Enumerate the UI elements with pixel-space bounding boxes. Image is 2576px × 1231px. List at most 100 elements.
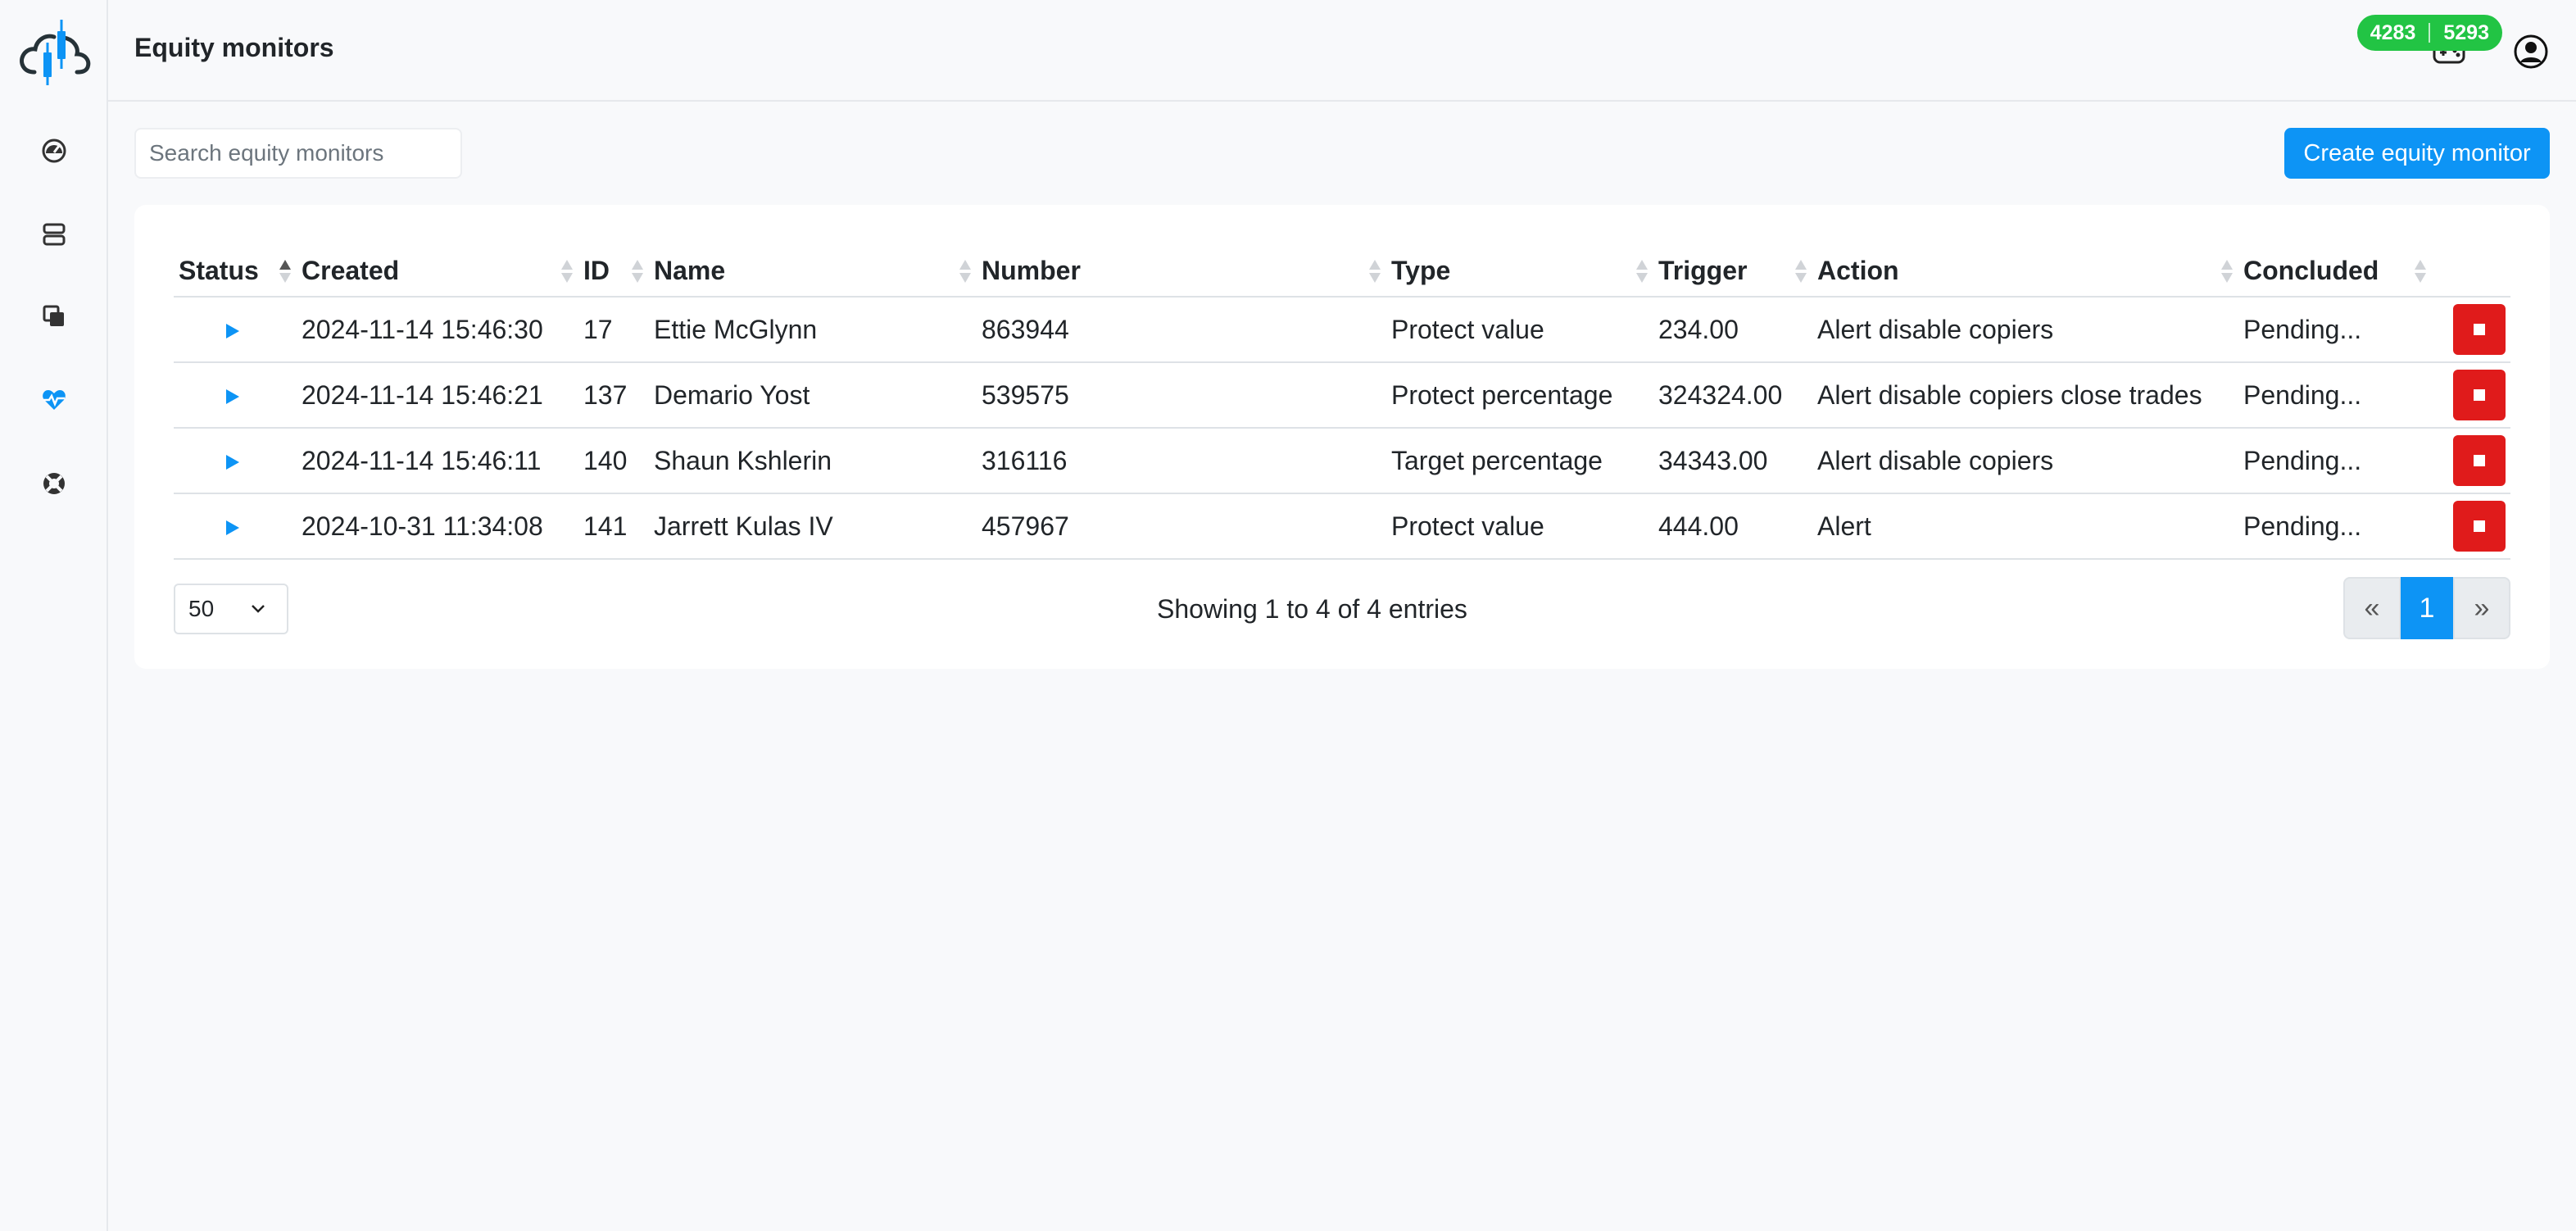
number-cell: 316116 [977,428,1386,494]
status-cell [174,428,297,494]
concluded-cell: Pending... [2238,362,2432,429]
concluded-cell: Pending... [2238,428,2432,494]
play-icon [226,454,239,470]
action-cell: Alert disable copiers [1812,297,2238,363]
stop-icon [2474,520,2485,532]
column-header-number[interactable]: Number [977,246,1386,298]
search-input[interactable] [134,128,462,179]
status-cell [174,297,297,363]
sort-icon [1368,258,1381,284]
trigger-cell: 34343.00 [1653,428,1812,494]
column-header-action[interactable]: Action [1812,246,2238,298]
number-cell: 539575 [977,362,1386,429]
concluded-cell: Pending... [2238,297,2432,363]
chevron-down-icon [252,605,265,613]
page-size-value: 50 [188,596,215,621]
table-header-row: Status Created ID Name Number Type Trigg… [174,246,2510,298]
trigger-cell: 324324.00 [1653,362,1812,429]
dashboard-gauge-icon[interactable] [36,133,72,169]
pagination: « 1 » [2343,577,2510,639]
trigger-cell: 444.00 [1653,493,1812,560]
column-header-type[interactable]: Type [1386,246,1653,298]
table-row: 2024-11-14 15:46:30 17 Ettie McGlynn 863… [174,297,2510,363]
column-header-created[interactable]: Created [297,246,578,298]
action-cell: Alert disable copiers close trades [1812,362,2238,429]
page-size-select[interactable]: 50 [174,584,288,634]
sort-icon [2220,258,2234,284]
id-cell: 137 [578,362,649,429]
column-header-actions [2432,246,2510,298]
counter-left: 4283 [2370,20,2416,44]
number-cell: 457967 [977,493,1386,560]
created-cell: 2024-11-14 15:46:11 [297,428,578,494]
counter-separator [2429,23,2431,43]
column-header-trigger[interactable]: Trigger [1653,246,1812,298]
sort-icon [959,258,972,284]
heart-pulse-icon[interactable] [36,382,72,418]
lifebuoy-icon[interactable] [36,466,72,502]
row-actions-cell [2432,493,2510,560]
counter-badge: 4283 5293 [2356,15,2502,51]
equity-monitors-table: Status Created ID Name Number Type Trigg… [174,246,2510,560]
name-cell: Demario Yost [649,362,977,429]
created-cell: 2024-11-14 15:46:30 [297,297,578,363]
number-cell: 863944 [977,297,1386,363]
user-circle-icon[interactable] [2510,31,2551,72]
action-cell: Alert disable copiers [1812,428,2238,494]
sidebar [0,0,108,1231]
stop-button[interactable] [2453,370,2506,420]
created-cell: 2024-10-31 11:34:08 [297,493,578,560]
name-cell: Jarrett Kulas IV [649,493,977,560]
column-header-name[interactable]: Name [649,246,977,298]
status-cell [174,493,297,560]
type-cell: Target percentage [1386,428,1653,494]
created-cell: 2024-11-14 15:46:21 [297,362,578,429]
id-cell: 140 [578,428,649,494]
row-actions-cell [2432,297,2510,363]
pagination-next[interactable]: » [2453,577,2510,639]
stop-icon [2474,324,2485,335]
table-row: 2024-11-14 15:46:11 140 Shaun Kshlerin 3… [174,428,2510,494]
row-actions-cell [2432,428,2510,494]
entries-info: Showing 1 to 4 of 4 entries [1157,594,1467,624]
sort-icon [1794,258,1807,284]
top-bar: Equity monitors 4283 5293 [108,0,2576,102]
sort-icon [631,258,644,284]
type-cell: Protect percentage [1386,362,1653,429]
stop-icon [2474,389,2485,401]
stop-button[interactable] [2453,501,2506,552]
pagination-previous[interactable]: « [2343,577,2401,639]
row-actions-cell [2432,362,2510,429]
server-icon[interactable] [36,216,72,252]
column-header-concluded[interactable]: Concluded [2238,246,2432,298]
id-cell: 141 [578,493,649,560]
type-cell: Protect value [1386,493,1653,560]
trigger-cell: 234.00 [1653,297,1812,363]
stop-button[interactable] [2453,435,2506,486]
table-row: 2024-10-31 11:34:08 141 Jarrett Kulas IV… [174,493,2510,560]
sort-icon [2414,258,2427,284]
equity-monitors-card: Status Created ID Name Number Type Trigg… [134,205,2550,669]
sort-icon [1635,258,1649,284]
cloud-candlestick-logo-icon[interactable] [16,15,92,90]
create-equity-monitor-button[interactable]: Create equity monitor [2284,128,2550,179]
column-header-status[interactable]: Status [174,246,297,298]
name-cell: Ettie McGlynn [649,297,977,363]
play-icon [226,388,239,404]
sort-icon [560,258,574,284]
play-icon [226,520,239,535]
sort-ascending-icon [279,258,292,284]
play-icon [226,323,239,338]
concluded-cell: Pending... [2238,493,2432,560]
column-header-id[interactable]: ID [578,246,649,298]
pagination-page-1[interactable]: 1 [2401,577,2453,639]
action-cell: Alert [1812,493,2238,560]
status-cell [174,362,297,429]
stop-button[interactable] [2453,304,2506,355]
type-cell: Protect value [1386,297,1653,363]
stop-icon [2474,455,2485,466]
table-row: 2024-11-14 15:46:21 137 Demario Yost 539… [174,362,2510,429]
name-cell: Shaun Kshlerin [649,428,977,494]
id-cell: 17 [578,297,649,363]
copy-icon[interactable] [36,298,72,334]
